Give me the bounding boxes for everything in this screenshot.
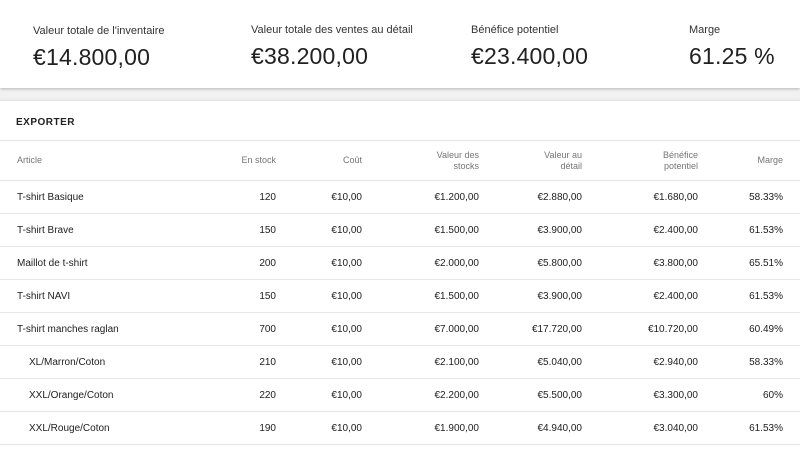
export-button[interactable]: EXPORTER [16, 115, 75, 130]
table-header-row: Article En stock Coût Valeur des stocks V… [0, 141, 800, 181]
metric-value: €38.200,00 [251, 43, 369, 69]
cell-cost: €10,00 [276, 312, 362, 346]
table-row[interactable]: T-shirt Basique 120 €10,00 €1.200,00 €2.… [0, 180, 800, 214]
cell-stock-value: €1.900,00 [362, 411, 479, 445]
cell-article: T-shirt NAVI [0, 279, 200, 313]
table-row[interactable]: T-shirt manches raglan 700 €10,00 €7.000… [0, 312, 800, 346]
cell-retail-value: €5.500,00 [479, 378, 582, 412]
cell-retail-value: €2.880,00 [479, 180, 582, 214]
column-header-profit[interactable]: Bénéfice potentiel [582, 141, 698, 181]
cell-profit: €3.040,00 [582, 411, 698, 445]
cell-stock-value: €1.200,00 [362, 180, 479, 214]
cell-retail-value: €17.720,00 [479, 312, 582, 346]
cell-retail-value: €4.940,00 [479, 411, 582, 445]
cell-margin: 61.53% [698, 279, 800, 313]
cell-retail-value: €3.900,00 [479, 279, 582, 313]
cell-stock-value: €1.500,00 [362, 213, 479, 247]
cell-profit: €2.400,00 [582, 213, 698, 247]
cell-margin: 61.53% [698, 411, 800, 445]
metric-value: €23.400,00 [471, 43, 589, 69]
cell-stock: 190 [200, 411, 276, 445]
column-header-cost[interactable]: Coût [276, 141, 362, 181]
cell-profit: €3.800,00 [582, 246, 698, 280]
cell-stock: 700 [200, 312, 276, 346]
cell-profit: €1.680,00 [582, 180, 698, 214]
cell-article: T-shirt Brave [0, 213, 200, 247]
metric-retail-value: Valeur totale des ventes au détail €38.2… [251, 23, 413, 70]
cell-cost: €10,00 [276, 411, 362, 445]
cell-margin: 60% [698, 378, 800, 412]
column-header-article[interactable]: Article [0, 141, 200, 181]
cell-stock-value: €2.100,00 [362, 345, 479, 379]
cell-retail-value: €3.900,00 [479, 213, 582, 247]
table-row[interactable]: Maillot de t-shirt 200 €10,00 €2.000,00 … [0, 246, 800, 280]
cell-stock-value: €1.500,00 [362, 279, 479, 313]
cell-margin: 61.53% [698, 213, 800, 247]
metric-label: Valeur totale des ventes au détail [251, 24, 413, 36]
metric-label: Valeur totale de l'inventaire [33, 25, 165, 37]
metric-inventory-value: Valeur totale de l'inventaire €14.800,00 [33, 24, 165, 71]
table-row[interactable]: XXL/Rouge/Coton 190 €10,00 €1.900,00 €4.… [0, 411, 800, 445]
column-header-stock-value[interactable]: Valeur des stocks [362, 141, 479, 181]
inventory-summary-card: Valeur totale de l'inventaire €14.800,00… [0, 0, 800, 88]
cell-cost: €10,00 [276, 246, 362, 280]
cell-stock-value: €2.000,00 [362, 246, 479, 280]
cell-margin: 58.33% [698, 180, 800, 214]
cell-stock: 210 [200, 345, 276, 379]
inventory-table: Article En stock Coût Valeur des stocks V… [0, 141, 800, 445]
cell-stock: 220 [200, 378, 276, 412]
table-row[interactable]: T-shirt Brave 150 €10,00 €1.500,00 €3.90… [0, 213, 800, 247]
cell-article: XXL/Orange/Coton [0, 378, 200, 412]
cell-cost: €10,00 [276, 345, 362, 379]
cell-stock: 150 [200, 279, 276, 313]
cell-article: XL/Marron/Coton [0, 345, 200, 379]
column-header-retail-value[interactable]: Valeur au détail [479, 141, 582, 181]
cell-article: T-shirt manches raglan [0, 312, 200, 346]
cell-stock: 150 [200, 213, 276, 247]
cell-retail-value: €5.800,00 [479, 246, 582, 280]
cell-cost: €10,00 [276, 279, 362, 313]
cell-profit: €3.300,00 [582, 378, 698, 412]
metric-label: Marge [689, 24, 721, 36]
cell-article: T-shirt Basique [0, 180, 200, 214]
cell-stock: 120 [200, 180, 276, 214]
cell-stock: 200 [200, 246, 276, 280]
table-row[interactable]: T-shirt NAVI 150 €10,00 €1.500,00 €3.900… [0, 279, 800, 313]
column-header-stock[interactable]: En stock [200, 141, 276, 181]
cell-margin: 60.49% [698, 312, 800, 346]
cell-profit: €2.400,00 [582, 279, 698, 313]
export-divider [0, 140, 800, 141]
table-row[interactable]: XXL/Orange/Coton 220 €10,00 €2.200,00 €5… [0, 378, 800, 412]
cell-cost: €10,00 [276, 378, 362, 412]
metric-potential-profit: Bénéfice potentiel €23.400,00 [471, 23, 588, 70]
cell-retail-value: €5.040,00 [479, 345, 582, 379]
cell-profit: €2.940,00 [582, 345, 698, 379]
inventory-table-panel: EXPORTER Article En stock Coût Valeur de… [0, 101, 800, 450]
cell-cost: €10,00 [276, 180, 362, 214]
cell-margin: 65.51% [698, 246, 800, 280]
metric-value: 61.25 % [689, 43, 775, 69]
metric-value: €14.800,00 [33, 44, 151, 70]
cell-margin: 58.33% [698, 345, 800, 379]
cell-stock-value: €2.200,00 [362, 378, 479, 412]
column-header-margin[interactable]: Marge [698, 141, 800, 181]
metric-label: Bénéfice potentiel [471, 24, 559, 36]
metric-margin: Marge 61.25 % [689, 23, 775, 70]
cell-cost: €10,00 [276, 213, 362, 247]
cell-profit: €10.720,00 [582, 312, 698, 346]
cell-stock-value: €7.000,00 [362, 312, 479, 346]
table-row[interactable]: XL/Marron/Coton 210 €10,00 €2.100,00 €5.… [0, 345, 800, 379]
cell-article: Maillot de t-shirt [0, 246, 200, 280]
cell-article: XXL/Rouge/Coton [0, 411, 200, 445]
